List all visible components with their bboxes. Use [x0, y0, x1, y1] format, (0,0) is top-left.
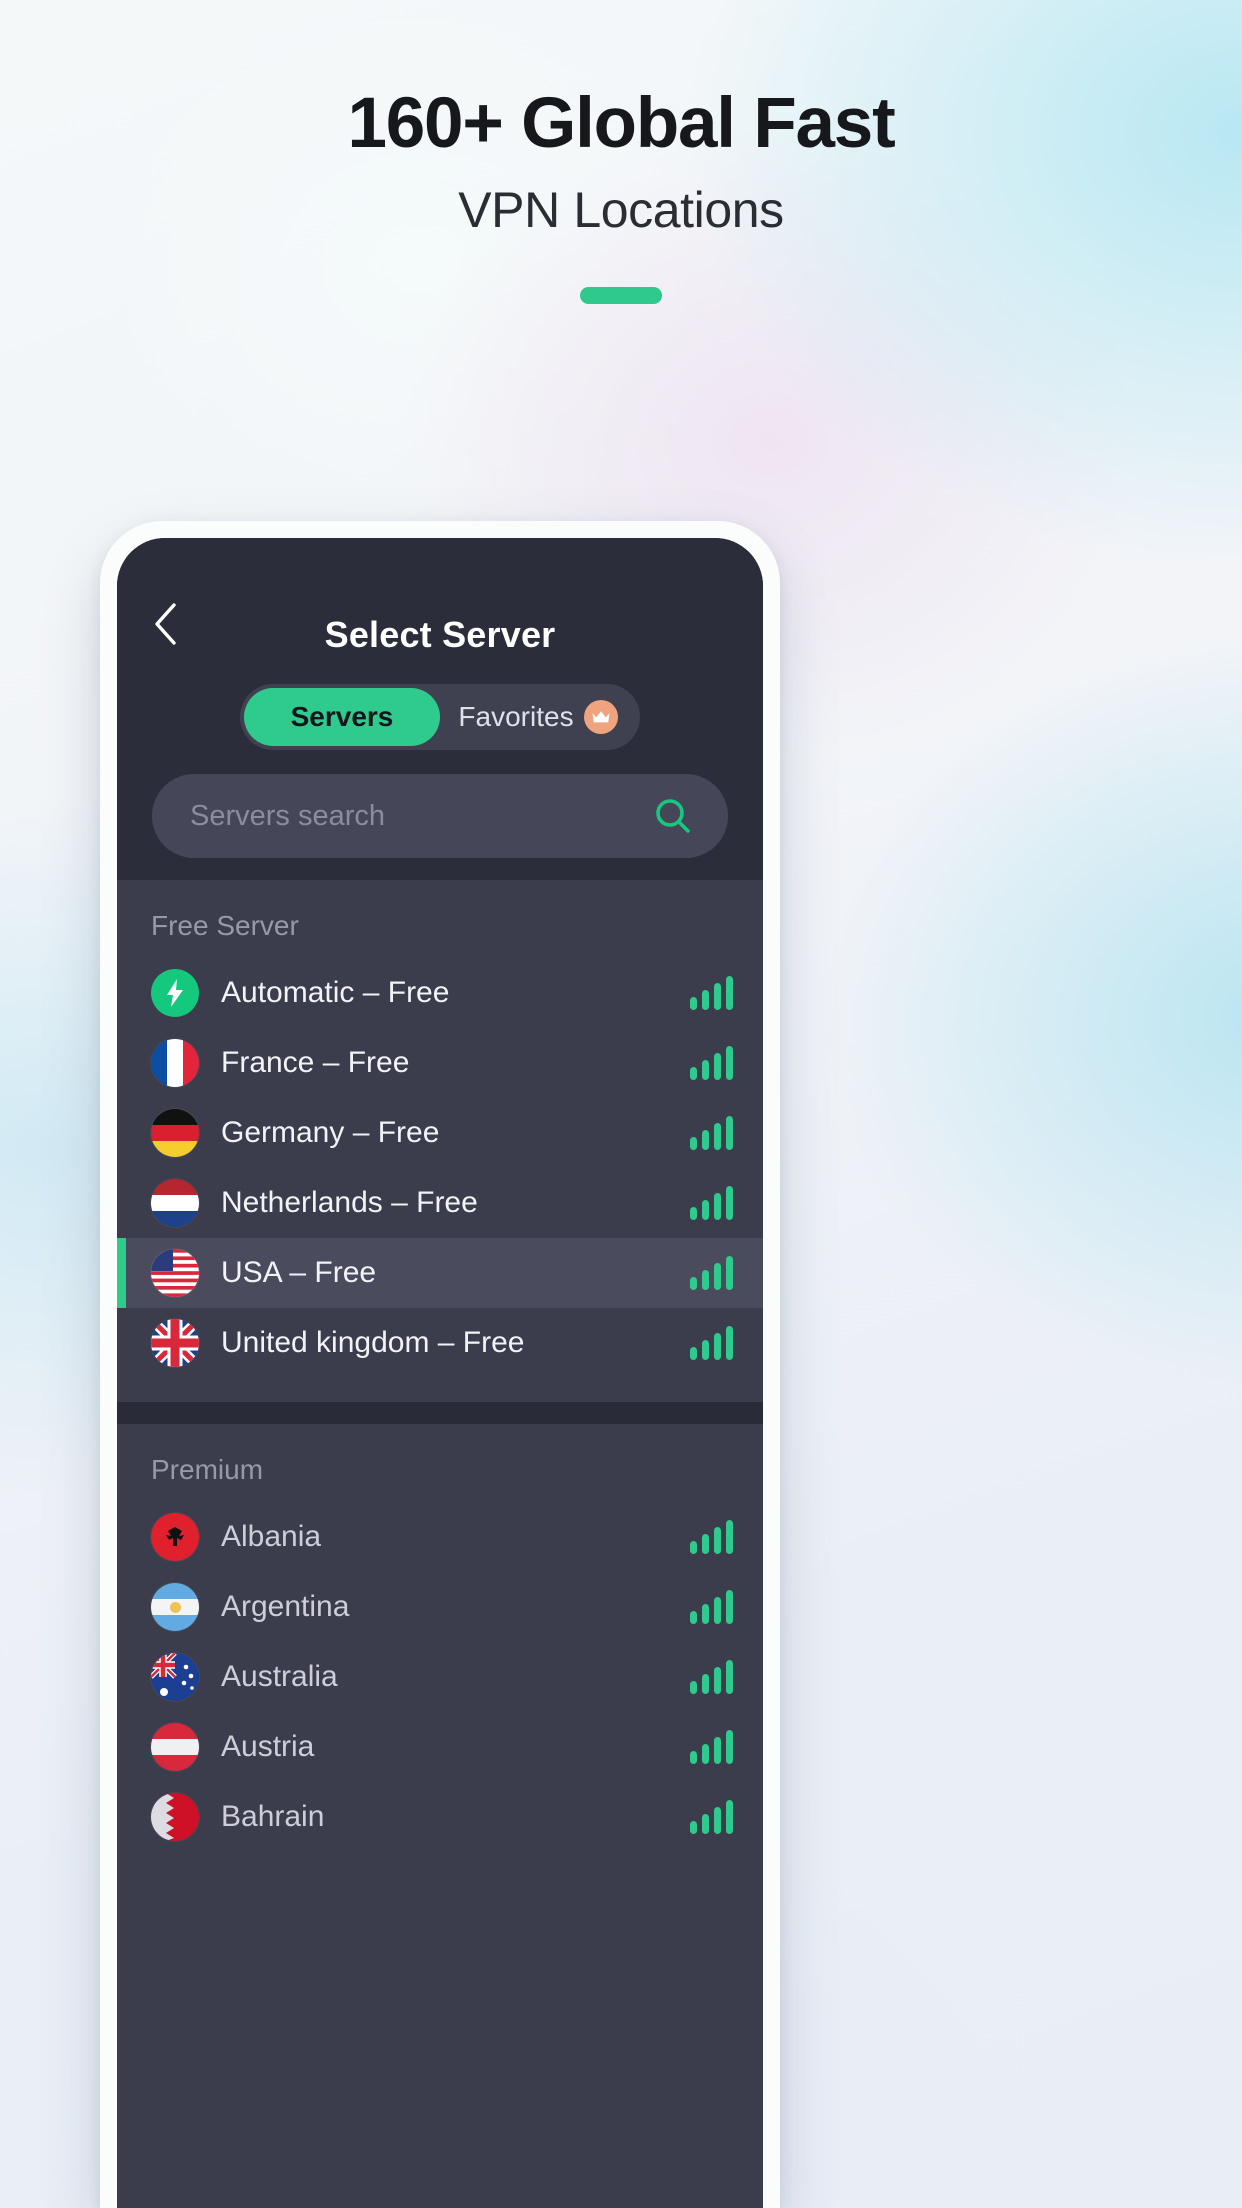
segmented-tabs: Servers Favorites [240, 684, 640, 750]
flag-bahrain-icon [151, 1793, 199, 1841]
hero-banner: 160+ Global Fast VPN Locations [0, 0, 1242, 305]
section-divider [117, 1402, 763, 1424]
signal-bars-icon [690, 1730, 733, 1764]
server-list: Free Server Automatic – Free France – Fr… [117, 880, 763, 1852]
signal-bars-icon [690, 1256, 733, 1290]
server-label: Australia [221, 1660, 338, 1693]
signal-bars-icon [690, 1326, 733, 1360]
server-label: Austria [221, 1730, 315, 1763]
header-spacer [117, 858, 763, 880]
phone-mockup: Select Server Servers Favorites Servers … [100, 521, 780, 2208]
server-label: Bahrain [221, 1800, 325, 1833]
server-row-austria[interactable]: Austria [117, 1712, 763, 1782]
signal-bars-icon [690, 1046, 733, 1080]
server-label: Netherlands – Free [221, 1186, 478, 1219]
flag-netherlands-icon [151, 1179, 199, 1227]
page-title: 160+ Global Fast [347, 84, 895, 163]
server-row-germany[interactable]: Germany – Free [117, 1098, 763, 1168]
page-subtitle: VPN Locations [458, 182, 784, 239]
flag-argentina-icon [151, 1583, 199, 1631]
signal-bars-icon [690, 1520, 733, 1554]
bolt-icon [151, 969, 199, 1017]
server-row-united-kingdom[interactable]: United kingdom – Free [117, 1308, 763, 1378]
nav-title: Select Server [324, 614, 556, 655]
server-row-argentina[interactable]: Argentina [117, 1572, 763, 1642]
server-label: Automatic – Free [221, 976, 450, 1009]
signal-bars-icon [690, 1116, 733, 1150]
search-input[interactable] [188, 798, 652, 834]
search-icon[interactable] [652, 795, 694, 837]
section-title-premium: Premium [151, 1454, 264, 1485]
section-title-free: Free Server [151, 910, 299, 941]
tab-servers[interactable]: Servers [244, 688, 440, 746]
server-row-australia[interactable]: Australia [117, 1642, 763, 1712]
tab-servers-label: Servers [290, 701, 394, 732]
server-row-bahrain[interactable]: Bahrain [117, 1782, 763, 1852]
server-row-automatic[interactable]: Automatic – Free [117, 958, 763, 1028]
server-row-usa[interactable]: USA – Free [117, 1238, 763, 1308]
flag-austria-icon [151, 1723, 199, 1771]
chevron-left-icon [155, 603, 176, 645]
server-label: United kingdom – Free [221, 1326, 525, 1359]
back-button[interactable] [143, 598, 187, 650]
flag-france-icon [151, 1039, 199, 1087]
signal-bars-icon [690, 1186, 733, 1220]
server-label: USA – Free [221, 1256, 377, 1289]
server-label: Germany – Free [221, 1116, 440, 1149]
server-row-france[interactable]: France – Free [117, 1028, 763, 1098]
phone-screen: Select Server Servers Favorites Servers … [117, 538, 763, 2208]
server-label: France – Free [221, 1046, 410, 1079]
signal-bars-icon [690, 976, 733, 1010]
server-label: Argentina [221, 1590, 350, 1623]
signal-bars-icon [690, 1590, 733, 1624]
search-bar[interactable] [152, 774, 728, 858]
server-label: Albania [221, 1520, 322, 1553]
tab-favorites-label: Favorites [458, 701, 574, 732]
flag-australia-icon [151, 1653, 199, 1701]
crown-icon [583, 700, 618, 734]
signal-bars-icon [690, 1660, 733, 1694]
flag-uk-icon [151, 1319, 199, 1367]
signal-bars-icon [690, 1800, 733, 1834]
navigation-bar: Select Server [117, 538, 763, 662]
flag-germany-icon [151, 1109, 199, 1157]
app-header: Select Server Servers Favorites [117, 538, 763, 880]
tab-favorites[interactable]: Favorites [440, 688, 636, 746]
flag-albania-icon [151, 1513, 199, 1561]
flag-usa-icon [151, 1249, 199, 1297]
accent-divider [580, 287, 662, 305]
server-row-netherlands[interactable]: Netherlands – Free [117, 1168, 763, 1238]
server-row-albania[interactable]: Albania [117, 1502, 763, 1572]
